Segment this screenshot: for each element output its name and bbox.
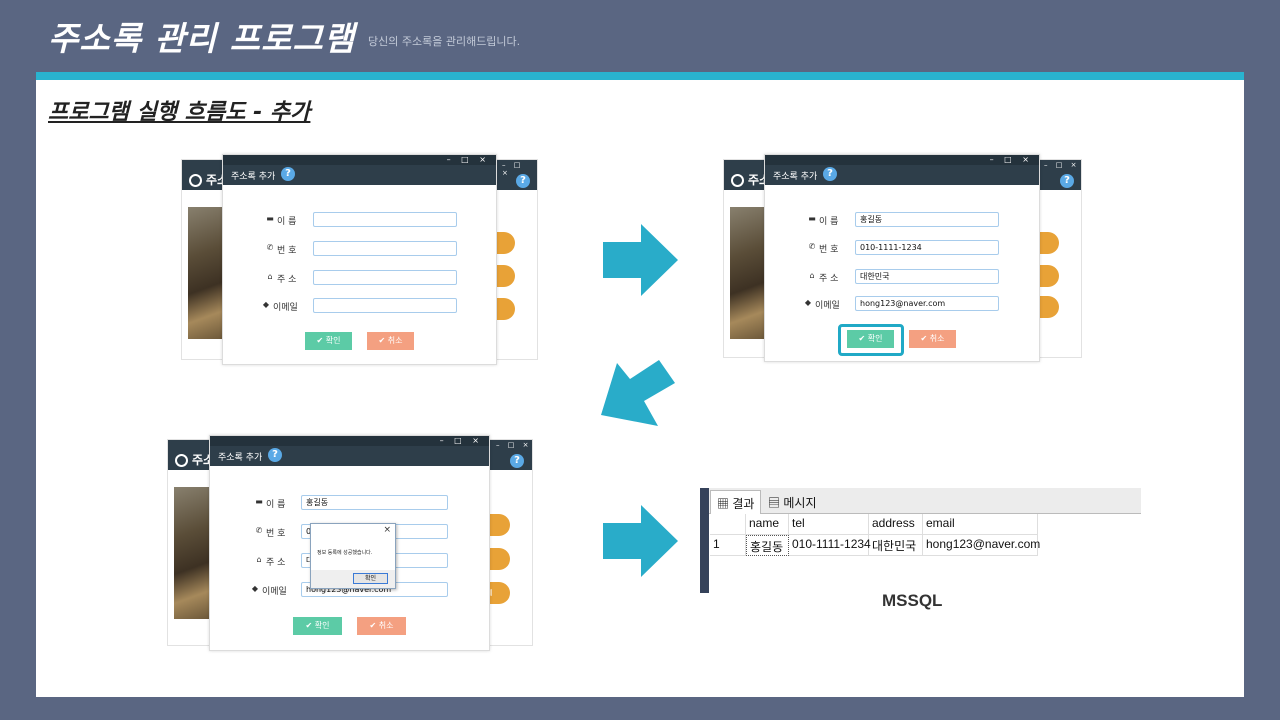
- app-title: 주소록 관리 프로그램: [48, 19, 356, 58]
- result-grid: name tel address email 1 홍길동 010-1111-12…: [710, 514, 1141, 593]
- email-label: 이메일: [262, 587, 287, 597]
- name-input[interactable]: 홍길동: [855, 212, 999, 227]
- row-number: 1: [710, 535, 746, 556]
- email-label: 이메일: [273, 303, 298, 313]
- dialog-title: 주소록 추가: [231, 172, 276, 182]
- column-header[interactable]: tel: [789, 514, 869, 535]
- phone-icon: ✆: [266, 243, 274, 252]
- column-header[interactable]: name: [746, 514, 789, 535]
- id-card-icon: ▬: [255, 497, 263, 506]
- window-controls[interactable]: – □ ×: [440, 436, 483, 445]
- contact-photo: [188, 207, 226, 339]
- window-controls[interactable]: – □ ×: [990, 155, 1033, 164]
- success-messagebox: × 정보 등록에 성공했습니다. 확인: [310, 523, 396, 589]
- user-icon: [731, 174, 744, 187]
- name-label: 이 름: [819, 217, 839, 227]
- message-icon: ▤: [768, 496, 781, 510]
- mssql-caption: MSSQL: [882, 591, 943, 610]
- help-icon[interactable]: ?: [1060, 174, 1074, 188]
- address-input[interactable]: 대한민국: [855, 269, 999, 284]
- column-header[interactable]: email: [923, 514, 1038, 535]
- email-label: 이메일: [815, 301, 840, 311]
- table-cell[interactable]: 홍길동: [746, 535, 789, 556]
- add-dialog-1: – □ × 주소록 추가 ? ▬ 이 름 ✆ 번 호 ⌂ 주 소 ◆ 이메일 ✔…: [222, 154, 497, 365]
- accent-bar: [36, 72, 1244, 80]
- cancel-button[interactable]: ✔ 취소: [367, 332, 414, 350]
- messagebox-ok-button[interactable]: 확인: [353, 573, 388, 584]
- cancel-button[interactable]: ✔ 취소: [357, 617, 406, 635]
- row-header-corner: [710, 514, 746, 535]
- phone-icon: ✆: [808, 242, 816, 251]
- phone-label: 번 호: [819, 245, 839, 255]
- name-label: 이 름: [266, 500, 286, 510]
- arrow-right-icon: [603, 505, 678, 577]
- home-icon: ⌂: [809, 271, 815, 280]
- tag-icon: ◆: [804, 298, 812, 307]
- email-input[interactable]: [313, 298, 457, 313]
- help-icon[interactable]: ?: [510, 454, 524, 468]
- column-header[interactable]: address: [869, 514, 923, 535]
- tab-results[interactable]: ▦ 결과: [710, 490, 762, 514]
- arrow-right-icon: [603, 224, 678, 296]
- id-card-icon: ▬: [808, 214, 816, 223]
- contact-photo: [730, 207, 768, 339]
- id-card-icon: ▬: [266, 214, 274, 223]
- phone-input[interactable]: [313, 241, 457, 256]
- close-icon[interactable]: ×: [383, 525, 391, 535]
- ok-button[interactable]: ✔ 확인: [847, 330, 894, 348]
- arrow-down-left-icon: [601, 360, 675, 426]
- window-controls[interactable]: – □ ×: [1044, 161, 1079, 169]
- user-icon: [175, 454, 188, 467]
- ok-button[interactable]: ✔ 확인: [293, 617, 342, 635]
- window-controls[interactable]: – □ ×: [447, 155, 490, 164]
- email-input[interactable]: hong123@naver.com: [855, 296, 999, 311]
- user-icon: [189, 174, 202, 187]
- phone-label: 번 호: [266, 529, 286, 539]
- table-cell[interactable]: 010-1111-1234: [789, 535, 871, 556]
- app-subtitle: 당신의 주소록을 관리해드립니다.: [368, 35, 521, 48]
- phone-input[interactable]: 010-1111-1234: [855, 240, 999, 255]
- address-label: 주 소: [266, 558, 286, 568]
- table-cell[interactable]: hong123@naver.com: [923, 535, 1040, 556]
- grid-icon: ▦: [717, 497, 730, 511]
- help-icon[interactable]: ?: [823, 167, 837, 181]
- name-input[interactable]: 홍길동: [301, 495, 448, 510]
- dialog-title: 주소록 추가: [773, 172, 818, 182]
- tag-icon: ◆: [251, 584, 259, 593]
- name-input[interactable]: [313, 212, 457, 227]
- table-cell[interactable]: 대한민국: [869, 535, 923, 556]
- cancel-button[interactable]: ✔ 취소: [909, 330, 956, 348]
- home-icon: ⌂: [256, 555, 262, 564]
- dialog-title: 주소록 추가: [218, 453, 263, 463]
- tag-icon: ◆: [262, 300, 270, 309]
- pane-edge: [700, 488, 709, 593]
- tab-messages[interactable]: ▤ 메시지: [762, 490, 822, 514]
- help-icon[interactable]: ?: [268, 448, 282, 462]
- phone-label: 번 호: [277, 246, 297, 256]
- ok-button[interactable]: ✔ 확인: [305, 332, 352, 350]
- phone-icon: ✆: [255, 526, 263, 535]
- sql-results-pane: ▦ 결과 ▤ 메시지 name tel address email 1 홍길동 …: [700, 488, 1141, 593]
- success-message: 정보 등록에 성공했습니다.: [317, 550, 373, 556]
- window-controls[interactable]: – □ ×: [496, 441, 531, 449]
- window-controls[interactable]: – □ ×: [502, 161, 537, 177]
- help-icon[interactable]: ?: [281, 167, 295, 181]
- contact-photo: [174, 487, 212, 619]
- name-label: 이 름: [277, 217, 297, 227]
- address-label: 주 소: [277, 275, 297, 285]
- add-dialog-2: – □ × 주소록 추가 ? ▬ 이 름 홍길동 ✆ 번 호 010-1111-…: [764, 154, 1040, 362]
- section-title: 프로그램 실행 흐름도 - 추가: [48, 100, 311, 125]
- address-label: 주 소: [819, 274, 839, 284]
- home-icon: ⌂: [267, 272, 273, 281]
- address-input[interactable]: [313, 270, 457, 285]
